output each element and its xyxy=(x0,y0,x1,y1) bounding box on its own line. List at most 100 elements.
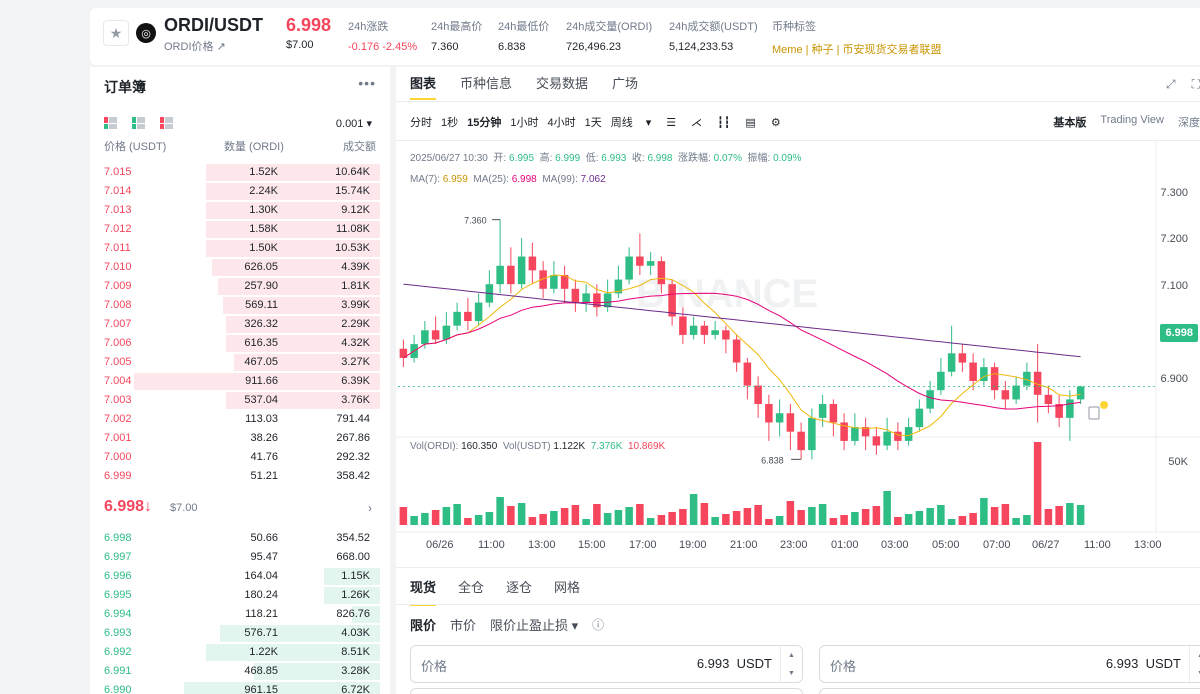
candle-body xyxy=(808,417,816,451)
sell-amount-field[interactable] xyxy=(819,688,1200,694)
sell-price-field[interactable]: 价格 6.993 USDT ▲ ▼ xyxy=(819,645,1200,683)
volume-bar xyxy=(399,507,408,525)
candle-body xyxy=(517,256,526,285)
ask-total: 9.12K xyxy=(341,204,370,216)
candle-body xyxy=(743,362,752,386)
bids-only-layout-icon[interactable] xyxy=(132,117,145,129)
both-sides-layout-icon[interactable] xyxy=(104,117,117,129)
buy-price-field[interactable]: 价格 6.993 USDT ▲ ▼ xyxy=(410,645,803,683)
ask-total: 6.39K xyxy=(341,375,370,387)
ask-total: 2.29K xyxy=(341,318,370,330)
ask-qty: 1.58K xyxy=(249,223,278,235)
ask-row[interactable]: 7.010 626.05 4.39K xyxy=(100,258,380,277)
bid-row[interactable]: 6.994 118.21 826.76 xyxy=(100,605,380,624)
bid-row[interactable]: 6.992 1.22K 8.51K xyxy=(100,643,380,662)
order-type-stop-limit[interactable]: 限价止盈止损 ▾ xyxy=(490,615,578,634)
ask-row[interactable]: 6.999 51.21 358.42 xyxy=(100,467,380,486)
ask-row[interactable]: 7.003 537.04 3.76K xyxy=(100,391,380,410)
candle-body xyxy=(442,325,451,340)
trade-tabs: 现货 全仓 逐仓 网格 xyxy=(410,577,602,606)
tab-cross[interactable]: 全仓 xyxy=(458,577,484,606)
coin-tags-links[interactable]: Meme | 种子 | 币安现货交易者联盟 xyxy=(772,41,942,57)
more-options-icon[interactable]: ••• xyxy=(358,75,376,91)
stat-value: 7.360 xyxy=(431,41,459,53)
decrement-arrow-icon[interactable]: ▼ xyxy=(788,670,795,677)
tab-spot[interactable]: 现货 xyxy=(410,577,437,606)
ask-total: 11.08K xyxy=(335,223,370,235)
ohlc-amplitude-label: 振幅: xyxy=(747,153,771,164)
ask-row[interactable]: 7.004 911.66 6.39K xyxy=(100,372,380,391)
bid-row[interactable]: 6.990 961.15 6.72K xyxy=(100,681,380,694)
ask-row[interactable]: 7.007 326.32 2.29K xyxy=(100,315,380,334)
ohlc-open-label: 开: xyxy=(493,153,507,164)
volume-bar xyxy=(894,517,902,525)
volume-bar xyxy=(1044,509,1053,525)
increment-arrow-icon[interactable]: ▲ xyxy=(788,652,795,659)
stat-value: 6.838 xyxy=(498,41,526,53)
favorite-star-icon[interactable]: ★ xyxy=(103,20,129,46)
symbol-title[interactable]: ORDI/USDT xyxy=(164,15,263,36)
ask-row[interactable]: 7.006 616.35 4.32K xyxy=(100,334,380,353)
ask-price: 6.999 xyxy=(104,470,132,482)
volume-bar xyxy=(743,508,752,525)
bid-row[interactable]: 6.993 576.71 4.03K xyxy=(100,624,380,643)
buy-amount-field[interactable] xyxy=(410,688,803,694)
candle-body xyxy=(851,427,859,441)
ask-row[interactable]: 7.005 467.05 3.27K xyxy=(100,353,380,372)
low-marker-label: 6.838 xyxy=(761,455,784,465)
candle-body xyxy=(1066,399,1074,418)
price-stepper[interactable]: ▲ ▼ xyxy=(1189,646,1200,682)
tab-grid[interactable]: 网格 xyxy=(554,577,580,606)
candlestick-chart[interactable]: BINANCE7.3606.838 xyxy=(396,67,1200,567)
bid-qty: 1.22K xyxy=(249,646,278,658)
x-tick: 01:00 xyxy=(831,539,859,551)
bid-row[interactable]: 6.998 50.66 354.52 xyxy=(100,529,380,548)
y-tick: 7.300 xyxy=(1160,187,1188,199)
ask-row[interactable]: 7.002 113.03 791.44 xyxy=(100,410,380,429)
y-tick: 6.900 xyxy=(1160,373,1188,385)
precision-select[interactable]: 0.001 ▾ xyxy=(336,117,372,130)
candle-body xyxy=(969,362,977,381)
bid-row[interactable]: 6.995 180.24 1.26K xyxy=(100,586,380,605)
mid-price-row[interactable]: 6.998↓ $7.00 › xyxy=(104,496,376,520)
bids-list: 6.998 50.66 354.52 6.997 95.47 668.00 6.996 164… xyxy=(100,529,380,694)
ask-row[interactable]: 7.012 1.58K 11.08K xyxy=(100,220,380,239)
volume-bar xyxy=(969,513,977,525)
ask-row[interactable]: 7.011 1.50K 10.53K xyxy=(100,239,380,258)
stat-tags: 币种标签 Meme | 种子 | 币安现货交易者联盟 xyxy=(772,18,942,57)
ask-qty: 911.66 xyxy=(245,375,278,387)
ask-row[interactable]: 7.009 257.90 1.81K xyxy=(100,277,380,296)
price-stepper[interactable]: ▲ ▼ xyxy=(780,646,802,682)
bid-row[interactable]: 6.991 468.85 3.28K xyxy=(100,662,380,681)
alert-dot-icon xyxy=(1100,401,1108,409)
ask-row[interactable]: 7.001 38.26 267.86 xyxy=(100,429,380,448)
bid-total: 826.76 xyxy=(336,608,370,620)
chevron-right-icon[interactable]: › xyxy=(368,501,372,515)
info-icon[interactable]: ⓘ xyxy=(592,616,604,633)
ask-row[interactable]: 7.008 569.11 3.99K xyxy=(100,296,380,315)
bid-price: 6.995 xyxy=(104,589,132,601)
bid-row[interactable]: 6.997 95.47 668.00 xyxy=(100,548,380,567)
tab-isolated[interactable]: 逐仓 xyxy=(506,577,532,606)
x-tick: 23:00 xyxy=(780,539,808,551)
symbol-subtitle-link[interactable]: ORDI价格 ↗ xyxy=(164,38,226,54)
candle-body xyxy=(453,311,461,326)
asks-only-layout-icon[interactable] xyxy=(160,117,173,129)
bid-row[interactable]: 6.996 164.04 1.15K xyxy=(100,567,380,586)
volume-bar xyxy=(711,517,719,525)
ticker-bar: ★ ◎ ORDI/USDT ORDI价格 ↗ 6.998 $7.00 24h涨跌… xyxy=(90,8,1200,65)
ask-row[interactable]: 7.000 41.76 292.32 xyxy=(100,448,380,467)
ask-price: 7.015 xyxy=(104,166,132,178)
ask-row[interactable]: 7.013 1.30K 9.12K xyxy=(100,201,380,220)
volume-bar xyxy=(689,494,698,525)
ma99-value: 7.062 xyxy=(580,174,606,185)
volume-bar xyxy=(958,516,967,525)
ask-row[interactable]: 7.014 2.24K 15.74K xyxy=(100,182,380,201)
order-type-market[interactable]: 市价 xyxy=(450,615,476,634)
ask-row[interactable]: 7.015 1.52K 10.64K xyxy=(100,163,380,182)
price-unit: USDT xyxy=(1145,656,1181,671)
bid-total: 6.72K xyxy=(341,684,370,694)
ask-total: 3.99K xyxy=(341,299,370,311)
order-type-limit[interactable]: 限价 xyxy=(410,615,436,634)
ma7-value: 6.959 xyxy=(442,174,468,185)
